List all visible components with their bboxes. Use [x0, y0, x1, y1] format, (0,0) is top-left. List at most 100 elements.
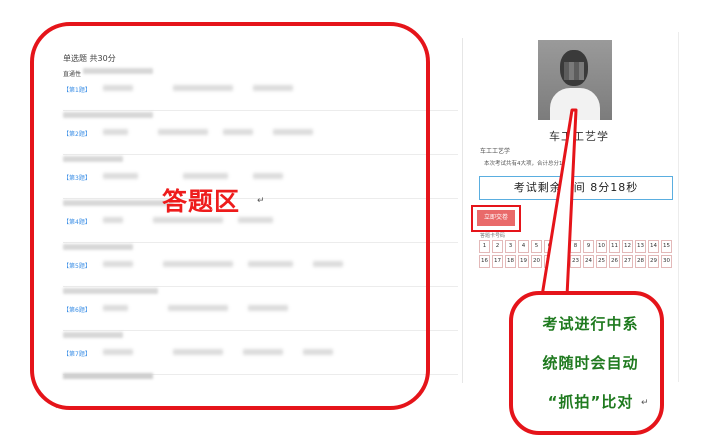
mosaic-face-blur — [564, 62, 584, 80]
callout-line-2: 统随时会自动 — [542, 354, 639, 372]
answer-option[interactable] — [253, 85, 293, 91]
question-number-cell[interactable]: 26 — [609, 255, 620, 268]
question-item: 【第7题】 — [63, 332, 458, 375]
countdown-timer: 考试剩余时间 8分18秒 — [479, 176, 673, 200]
answer-option[interactable] — [303, 349, 333, 355]
answer-option[interactable] — [103, 349, 133, 355]
course-subtitle: 车工工艺学 — [480, 148, 511, 155]
question-number-cell[interactable]: 11 — [609, 240, 620, 253]
question-number-grid: 1 2 3 4 5 6 7 8 9 10 11 12 13 14 15 16 17 18 19 20 21 22 23 24 2… — [479, 240, 672, 268]
answer-option[interactable] — [103, 129, 128, 135]
answer-option[interactable] — [103, 85, 133, 91]
question-number-cell[interactable]: 15 — [661, 240, 672, 253]
answer-zone-label: 答题区 — [162, 187, 241, 216]
paragraph-mark-icon: ↵ — [257, 196, 265, 206]
divider — [63, 286, 458, 287]
question-number-cell[interactable]: 28 — [635, 255, 646, 268]
blurred-stem — [63, 332, 123, 338]
divider — [63, 330, 458, 331]
answer-option[interactable] — [103, 173, 138, 179]
callout-line-1: 考试进行中系 — [542, 315, 639, 333]
answer-option[interactable] — [223, 129, 253, 135]
submit-exam-button[interactable]: 立即交卷 — [477, 210, 515, 226]
question-item: 【第3题】 — [63, 156, 458, 199]
question-number-cell[interactable]: 4 — [518, 240, 529, 253]
question-number-cell[interactable]: 3 — [505, 240, 516, 253]
question-number-tag: 【第2题】 — [63, 131, 91, 138]
question-number-cell[interactable]: 18 — [505, 255, 516, 268]
question-number-cell[interactable]: 9 — [583, 240, 594, 253]
question-item: 【第5题】 — [63, 244, 458, 287]
answer-option[interactable] — [158, 129, 208, 135]
question-number-cell[interactable]: 24 — [583, 255, 594, 268]
question-item: 【第4题】 — [63, 200, 458, 243]
answer-option[interactable] — [248, 305, 288, 311]
answer-option[interactable] — [313, 261, 343, 267]
question-number-cell[interactable]: 12 — [622, 240, 633, 253]
course-title: 车工工艺学 — [549, 130, 609, 143]
question-number-cell[interactable]: 2 — [492, 240, 503, 253]
divider — [63, 242, 458, 243]
blurred-stem — [63, 112, 153, 118]
question-stem: 直通性 — [63, 71, 82, 78]
question-number-cell[interactable]: 22 — [557, 255, 568, 268]
question-number-cell[interactable]: 7 — [557, 240, 568, 253]
answer-option[interactable] — [168, 305, 228, 311]
answer-option[interactable] — [103, 261, 133, 267]
question-number-cell[interactable]: 1 — [479, 240, 490, 253]
answer-option[interactable] — [183, 173, 228, 179]
question-number-tag: 【第1题】 — [63, 87, 91, 94]
question-number-tag: 【第7题】 — [63, 351, 91, 358]
answer-option[interactable] — [243, 349, 283, 355]
answer-option[interactable] — [173, 85, 233, 91]
answer-option[interactable] — [273, 129, 313, 135]
blurred-stem — [83, 68, 153, 74]
question-number-cell[interactable]: 17 — [492, 255, 503, 268]
divider — [63, 154, 458, 155]
blurred-stem — [63, 156, 123, 162]
answer-option[interactable] — [163, 261, 233, 267]
blurred-stem — [63, 288, 158, 294]
question-number-cell[interactable]: 14 — [648, 240, 659, 253]
question-number-cell[interactable]: 23 — [570, 255, 581, 268]
answer-option[interactable] — [103, 217, 123, 223]
section-title: 单选题 共30分 — [63, 54, 116, 63]
question-number-cell[interactable]: 19 — [518, 255, 529, 268]
question-number-cell[interactable]: 20 — [531, 255, 542, 268]
question-number-tag: 【第6题】 — [63, 307, 91, 314]
answer-card-label: 答题卡号码 — [480, 233, 506, 239]
question-number-cell[interactable]: 10 — [596, 240, 607, 253]
panel-divider — [462, 38, 463, 383]
question-number-cell[interactable]: 13 — [635, 240, 646, 253]
paragraph-mark-icon: ↵ — [641, 398, 649, 408]
paragraph-mark-icon: ↵ — [55, 403, 61, 411]
divider — [63, 110, 458, 111]
answer-option[interactable] — [248, 261, 293, 267]
candidate-photo — [538, 40, 612, 120]
exam-info-text: 本次考试共有4大项，合计总分10… — [484, 161, 572, 167]
question-number-cell[interactable]: 29 — [648, 255, 659, 268]
question-number-cell[interactable]: 30 — [661, 255, 672, 268]
question-number-cell[interactable]: 16 — [479, 255, 490, 268]
question-number-tag: 【第4题】 — [63, 219, 91, 226]
blurred-stem — [63, 244, 133, 250]
question-number-cell[interactable]: 6 — [544, 240, 555, 253]
question-number-cell[interactable]: 21 — [544, 255, 555, 268]
answer-option[interactable] — [173, 349, 223, 355]
question-number-cell[interactable]: 25 — [596, 255, 607, 268]
question-item: 【第6题】 — [63, 288, 458, 331]
panel-border — [678, 32, 679, 382]
answer-option[interactable] — [103, 305, 128, 311]
capture-callout: 考试进行中系 统随时会自动 “抓拍”比对 — [509, 291, 664, 435]
blurred-stem — [63, 200, 173, 206]
question-number-cell[interactable]: 8 — [570, 240, 581, 253]
answer-option[interactable] — [253, 173, 283, 179]
blurred-text — [63, 373, 153, 379]
question-item: 【第2题】 — [63, 112, 458, 155]
question-number-cell[interactable]: 27 — [622, 255, 633, 268]
question-number-tag: 【第3题】 — [63, 175, 91, 182]
answer-option[interactable] — [238, 217, 273, 223]
question-number-tag: 【第5题】 — [63, 263, 91, 270]
question-item: 直通性【第1题】 — [63, 68, 458, 111]
question-number-cell[interactable]: 5 — [531, 240, 542, 253]
